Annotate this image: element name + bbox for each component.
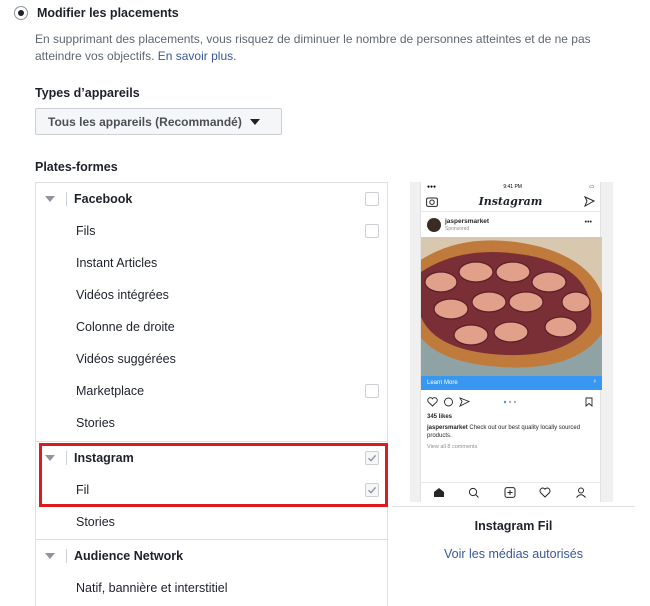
caption-username: jaspersmarket — [427, 425, 468, 431]
home-icon — [434, 488, 444, 497]
platform-name: Facebook — [74, 192, 133, 206]
placement-item[interactable]: Natif, bannière et interstitiel — [36, 572, 387, 604]
platform-name: Audience Network — [74, 549, 184, 563]
caret-down-icon — [249, 118, 260, 125]
signal-icon: ●●● — [427, 183, 437, 190]
description-text: En supprimant des placements, vous risqu… — [35, 32, 591, 63]
instagram-header: Instagram — [421, 192, 600, 212]
placement-description: En supprimant des placements, vous risqu… — [35, 31, 635, 65]
view-allowed-media-link[interactable]: Voir les médias autorisés — [392, 547, 635, 561]
post-caption: jaspersmarket Check out our best quality… — [427, 424, 597, 440]
placement-item[interactable]: Vidéos intégrées — [36, 279, 387, 311]
collapse-triangle-icon[interactable] — [45, 196, 55, 202]
collapse-triangle-icon[interactable] — [45, 553, 55, 559]
bookmark-icon — [585, 397, 593, 407]
placement-item[interactable]: Stories — [36, 506, 387, 538]
more-icon: ••• — [584, 219, 592, 226]
phone-mockup: ●●● 9:41 PM ▭ Instagram jaspersmarket Sp… — [420, 182, 602, 502]
radio-icon[interactable] — [14, 6, 28, 20]
placement-item[interactable]: Stories — [36, 407, 387, 439]
instagram-title: Instagram — [478, 195, 543, 208]
instagram-highlight-box — [39, 443, 388, 507]
send-icon — [584, 196, 595, 207]
learn-more-link[interactable]: En savoir plus. — [158, 49, 237, 63]
platforms-list: Facebook Fils Instant Articles Vidéos in… — [35, 182, 388, 606]
divider — [66, 192, 67, 206]
platforms-label: Plates-formes — [35, 160, 118, 174]
heart-icon — [427, 397, 438, 407]
ad-preview: ●●● 9:41 PM ▭ Instagram jaspersmarket Sp… — [410, 182, 613, 502]
placement-label: Colonne de droite — [76, 320, 175, 334]
status-time: 9:41 PM — [503, 183, 522, 190]
placement-label: Marketplace — [76, 384, 145, 398]
add-post-icon — [504, 487, 516, 498]
checkbox-facebook[interactable] — [365, 192, 379, 206]
search-icon — [468, 487, 479, 498]
fig-tart-image — [421, 237, 602, 377]
edit-placements-label: Modifier les placements — [37, 6, 179, 20]
view-comments: View all 8 comments — [427, 444, 478, 450]
checkbox-fils[interactable] — [365, 224, 379, 238]
post-actions — [421, 395, 602, 409]
placement-label: Instant Articles — [76, 256, 158, 270]
platform-facebook[interactable]: Facebook — [36, 183, 387, 215]
heart-icon — [539, 487, 551, 498]
checkbox-marketplace[interactable] — [365, 384, 379, 398]
placement-label: Vidéos suggérées — [76, 352, 176, 366]
placement-item[interactable]: Vidéos suggérées — [36, 343, 387, 375]
carousel-dots-icon — [503, 400, 517, 404]
cta-label: Learn More — [427, 380, 458, 386]
post-image — [421, 237, 602, 377]
placement-label: Stories — [76, 416, 115, 430]
avatar — [427, 218, 441, 232]
chevron-right-icon: › — [593, 378, 596, 385]
device-types-value: Tous les appareils (Recommandé) — [48, 114, 242, 129]
platform-audience-network[interactable]: Audience Network — [36, 540, 387, 572]
sponsored-label: Sponsored — [445, 226, 470, 232]
likes-count: 345 likes — [427, 414, 453, 420]
status-bar: ●●● 9:41 PM ▭ — [421, 182, 600, 191]
post-header: jaspersmarket Sponsored ••• — [421, 216, 600, 236]
edit-placements-radio[interactable]: Modifier les placements — [14, 6, 179, 20]
device-types-label: Types d’appareils — [35, 86, 140, 100]
post-username: jaspersmarket — [445, 218, 490, 225]
placement-item[interactable]: Fils — [36, 215, 387, 247]
placement-label: Natif, bannière et interstitiel — [76, 581, 228, 595]
learn-more-cta[interactable]: Learn More › — [421, 376, 602, 390]
instagram-tab-bar — [421, 482, 602, 502]
divider — [392, 506, 635, 507]
placement-item[interactable]: Instant Articles — [36, 247, 387, 279]
device-types-dropdown[interactable]: Tous les appareils (Recommandé) — [35, 108, 282, 135]
placement-label: Fils — [76, 224, 96, 238]
comment-icon — [444, 397, 453, 407]
preview-placement-title: Instagram Fil — [474, 519, 553, 533]
placement-label: Stories — [76, 515, 115, 529]
battery-icon: ▭ — [589, 183, 594, 190]
placement-item[interactable]: Marketplace — [36, 375, 387, 407]
share-icon — [459, 397, 470, 407]
divider — [66, 549, 67, 563]
camera-icon — [426, 197, 438, 207]
placement-label: Vidéos intégrées — [76, 288, 169, 302]
placement-item[interactable]: Colonne de droite — [36, 311, 387, 343]
profile-icon — [576, 487, 586, 498]
